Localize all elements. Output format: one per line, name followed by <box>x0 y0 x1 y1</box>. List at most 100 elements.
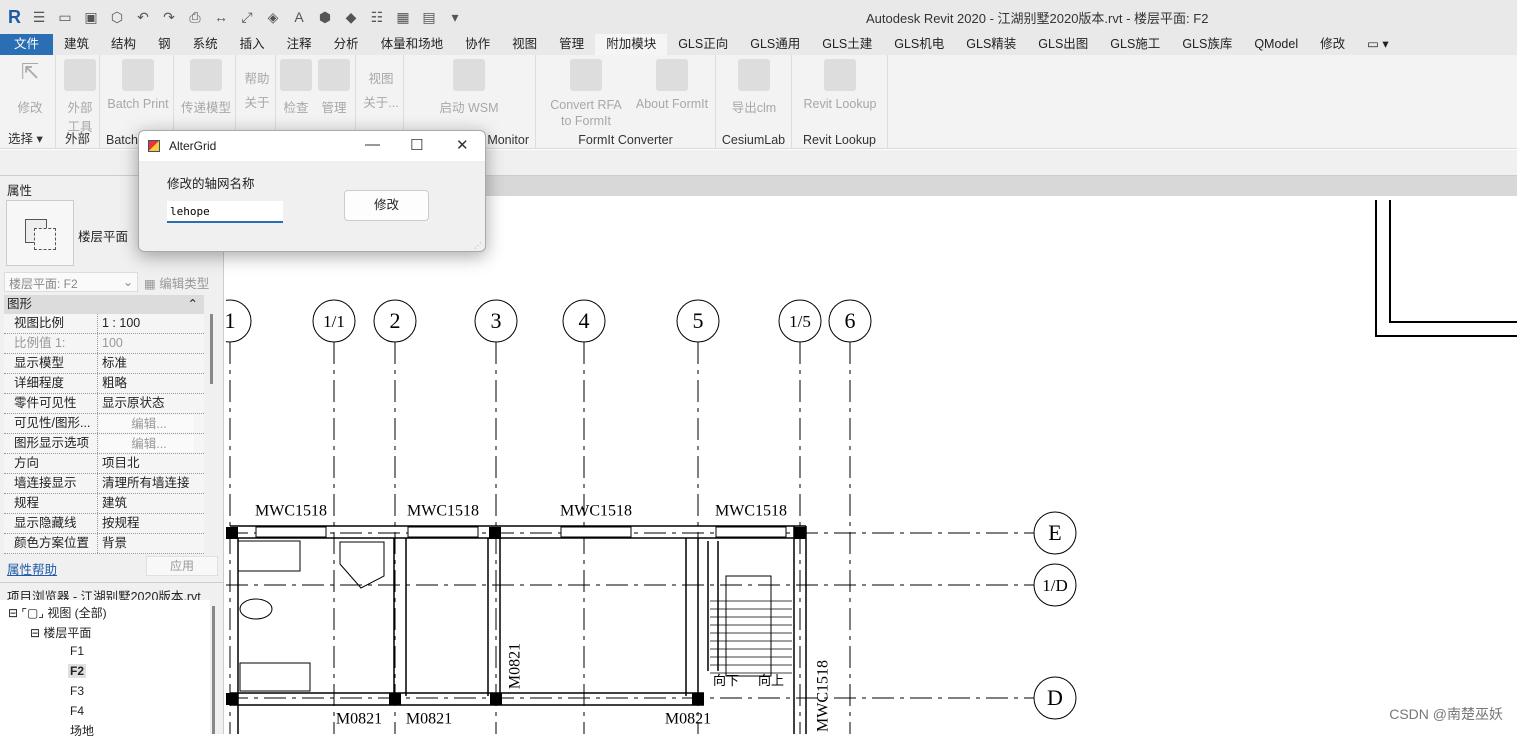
properties-help-link[interactable]: 属性帮助 <box>7 559 57 578</box>
tree-item-f2[interactable]: F2 <box>68 664 87 678</box>
tab-21[interactable]: QModel <box>1243 34 1309 55</box>
tab-16[interactable]: GLS机电 <box>883 34 955 55</box>
tree-item-f3[interactable]: F3 <box>70 684 84 698</box>
revit-lookup-button[interactable]: Revit Lookup <box>796 59 884 111</box>
about-formit-button[interactable]: About FormIt <box>632 59 712 111</box>
print-icon[interactable]: ⎙ <box>187 9 203 25</box>
tab-19[interactable]: GLS施工 <box>1099 34 1171 55</box>
tab-8[interactable]: 体量和场地 <box>370 34 455 55</box>
property-value[interactable]: 清理所有墙连接 <box>98 474 204 493</box>
redo-icon[interactable]: ↷ <box>161 9 177 25</box>
property-value[interactable]: 粗略 <box>98 374 204 393</box>
check-button[interactable]: 检查 <box>278 59 314 116</box>
tree-item-f1[interactable]: F1 <box>70 644 84 658</box>
browser-scrollbar[interactable] <box>212 606 215 734</box>
apply-button[interactable]: 应用 <box>146 556 218 576</box>
external-tools-button[interactable]: 外部 工具 <box>60 59 100 135</box>
open-icon[interactable]: ▭ <box>57 9 73 25</box>
tab-7[interactable]: 分析 <box>323 34 370 55</box>
property-value[interactable]: 按规程 <box>98 514 204 533</box>
menu-icon[interactable]: ☰ <box>31 9 47 25</box>
property-row: 比例值 1: 100 <box>4 334 204 354</box>
text-icon[interactable]: A <box>291 9 307 25</box>
tree-node-floor-plans[interactable]: ⊟ 楼层平面 <box>30 624 91 641</box>
transmit-model-button[interactable]: 传递模型 <box>178 59 234 116</box>
convert-rfa-button[interactable]: Convert RFA to FormIt <box>544 59 628 129</box>
tree-node-views[interactable]: ⊟ ⌜▢⌟ 视图 (全部) <box>8 604 107 621</box>
tab-11[interactable]: 管理 <box>548 34 595 55</box>
close-hidden-icon[interactable]: ▦ <box>395 9 411 25</box>
property-value[interactable]: 1 : 100 <box>98 314 204 333</box>
drawing-canvas[interactable]: 1 1/1 2 3 4 5 1/5 6 E 1/D D MWC1518 MWC1518 MWC1518 MW… <box>208 196 1517 734</box>
tab-13[interactable]: GLS正向 <box>667 34 739 55</box>
property-value[interactable]: 项目北 <box>98 454 204 473</box>
batch-print-button[interactable]: Batch Print <box>104 59 172 111</box>
tab-0[interactable]: 文件 <box>0 34 54 55</box>
tab-22[interactable]: 修改 <box>1309 34 1356 55</box>
tag-icon[interactable]: ◈ <box>265 9 281 25</box>
revit-logo[interactable]: R <box>8 7 21 28</box>
help-about-button[interactable]: 帮助 关于 <box>240 67 274 115</box>
customize-qat-icon[interactable]: ▾ <box>447 9 463 25</box>
ribbon-options-icon[interactable]: ▭ ▾ <box>1356 34 1400 55</box>
export-clm-button[interactable]: 导出clm <box>720 59 788 116</box>
resize-grip-icon[interactable]: ⋰ <box>474 241 482 250</box>
property-value[interactable]: 编辑... <box>100 435 194 452</box>
tab-20[interactable]: GLS族库 <box>1171 34 1243 55</box>
tab-10[interactable]: 视图 <box>501 34 548 55</box>
disk-globe-icon <box>190 59 222 91</box>
tab-17[interactable]: GLS精装 <box>955 34 1027 55</box>
property-value[interactable]: 100 <box>98 334 204 353</box>
save-icon[interactable]: ▣ <box>83 9 99 25</box>
tab-5[interactable]: 插入 <box>229 34 276 55</box>
tab-3[interactable]: 钢 <box>147 34 182 55</box>
close-icon[interactable]: ✕ <box>456 136 469 154</box>
tab-6[interactable]: 注释 <box>276 34 323 55</box>
tab-15[interactable]: GLS土建 <box>811 34 883 55</box>
section-icon[interactable]: ◆ <box>343 9 359 25</box>
modify-button[interactable]: ⇱ 修改 <box>10 59 50 116</box>
panel-label-select[interactable]: 选择 ▾ <box>0 128 55 147</box>
switch-windows-icon[interactable]: ▤ <box>421 9 437 25</box>
property-value[interactable]: 建筑 <box>98 494 204 513</box>
property-value[interactable]: 编辑... <box>100 415 194 432</box>
grid-name-input[interactable] <box>167 201 283 223</box>
property-key: 详细程度 <box>4 374 98 393</box>
dimension-icon[interactable]: ⤢ <box>239 9 255 25</box>
column <box>226 693 238 705</box>
tab-4[interactable]: 系统 <box>182 34 229 55</box>
maximize-icon[interactable]: ☐ <box>410 136 423 154</box>
type-selector[interactable]: 楼层平面: F2 ⌄ <box>4 272 138 292</box>
modify-grid-button[interactable]: 修改 <box>344 190 429 221</box>
tree-item-f4[interactable]: F4 <box>70 704 84 718</box>
edit-type-button[interactable]: ▦ 编辑类型 <box>144 273 209 292</box>
tab-1[interactable]: 建筑 <box>53 34 100 55</box>
tab-14[interactable]: GLS通用 <box>739 34 811 55</box>
property-value[interactable]: 显示原状态 <box>98 394 204 413</box>
properties-scrollbar[interactable] <box>210 314 213 384</box>
app-icon <box>148 140 160 152</box>
lookup-icon <box>824 59 856 91</box>
tab-12[interactable]: 附加模块 <box>595 34 668 55</box>
group-graphics[interactable]: 图形 ⌃ <box>4 295 204 314</box>
property-row: 视图比例 1 : 100 <box>4 314 204 334</box>
door-tag: M0821 <box>507 643 524 689</box>
door-tag: M0821 <box>406 711 452 728</box>
view-about-button[interactable]: 视图 关于... <box>360 67 402 115</box>
start-wsm-button[interactable]: 启动 WSM <box>434 59 504 116</box>
3d-view-icon[interactable]: ⬢ <box>317 9 333 25</box>
manage-button[interactable]: 管理 <box>316 59 352 116</box>
thin-lines-icon[interactable]: ☷ <box>369 9 385 25</box>
tab-2[interactable]: 结构 <box>100 34 147 55</box>
sync-icon[interactable]: ⬡ <box>109 9 125 25</box>
tab-18[interactable]: GLS出图 <box>1027 34 1099 55</box>
undo-icon[interactable]: ↶ <box>135 9 151 25</box>
tab-9[interactable]: 协作 <box>454 34 501 55</box>
property-value[interactable]: 标准 <box>98 354 204 373</box>
tree-item-site[interactable]: 场地 <box>70 722 94 739</box>
measure-icon[interactable]: ↔ <box>213 9 229 25</box>
minimize-icon[interactable]: — <box>365 136 380 153</box>
property-value[interactable]: 背景 <box>98 534 204 553</box>
property-key: 视图比例 <box>4 314 98 333</box>
collapse-icon[interactable]: ⌃ <box>188 295 198 314</box>
